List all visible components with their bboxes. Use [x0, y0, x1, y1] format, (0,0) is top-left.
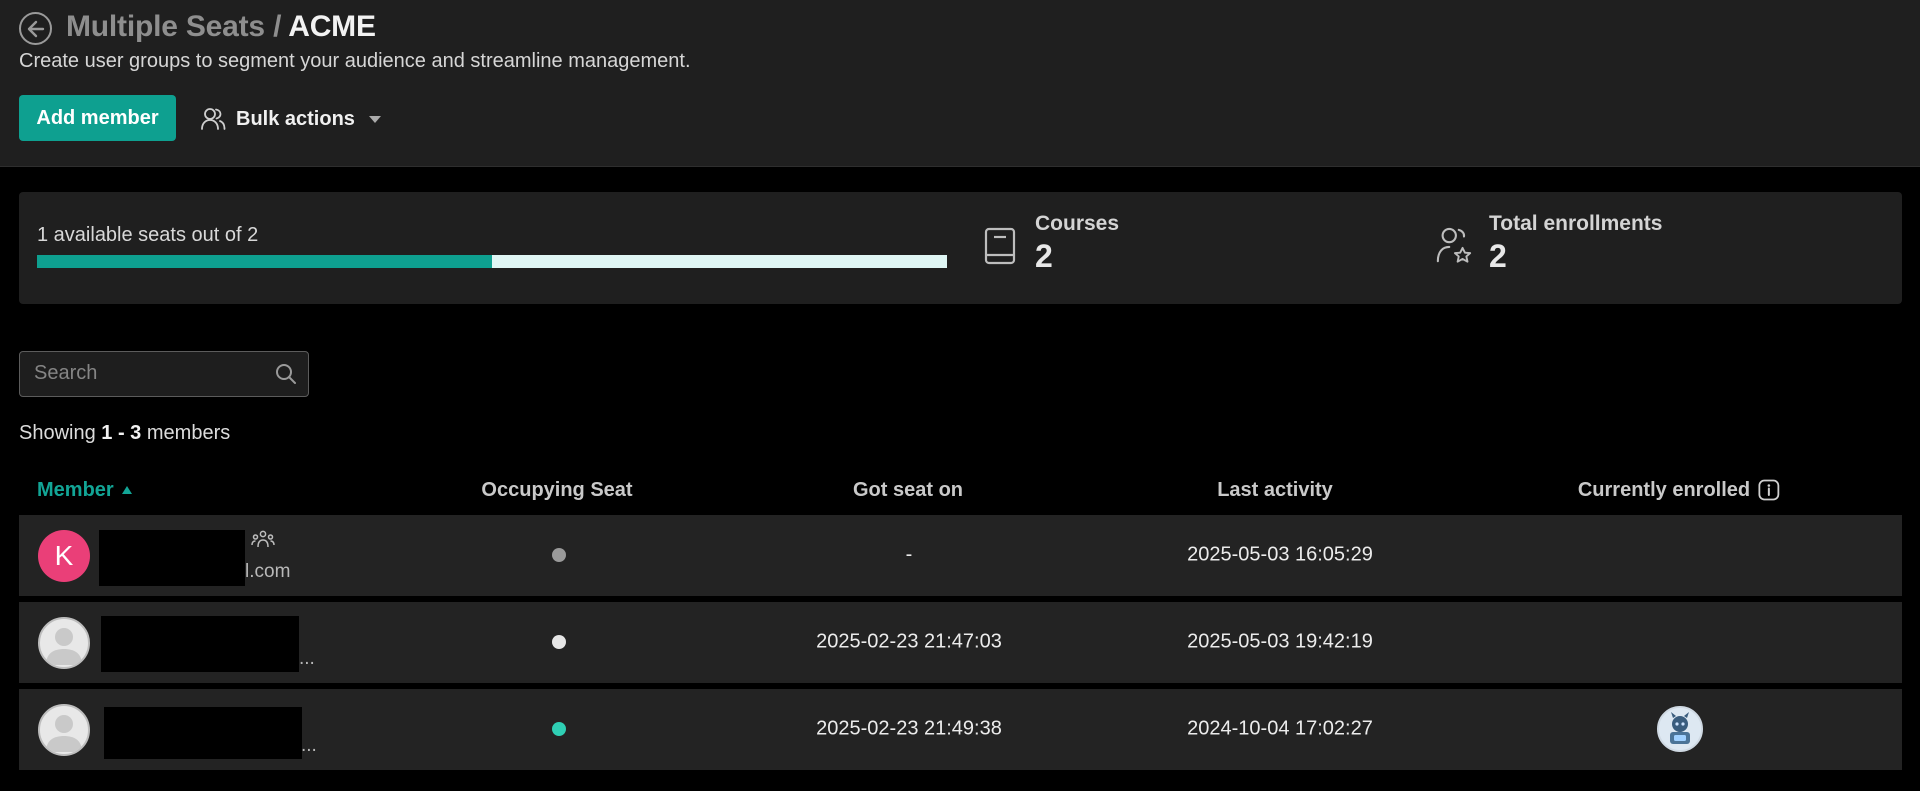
- default-user-icon: [46, 715, 82, 752]
- seats-progress-fill: [37, 255, 492, 268]
- bulk-actions-label: Bulk actions: [236, 107, 355, 130]
- breadcrumb-parent[interactable]: Multiple Seats: [66, 10, 265, 43]
- page-title: Multiple Seats / ACME: [66, 10, 376, 44]
- info-icon[interactable]: [1758, 479, 1780, 501]
- courses-label: Courses: [1035, 212, 1120, 235]
- back-button[interactable]: [19, 12, 52, 45]
- column-header-last-activity[interactable]: Last activity: [1217, 470, 1333, 510]
- group-icon: [251, 530, 275, 548]
- bulk-actions-dropdown[interactable]: Bulk actions: [200, 104, 381, 134]
- enrollments-stat: Total enrollments 2: [1435, 212, 1662, 275]
- breadcrumb-separator: /: [273, 10, 282, 43]
- column-header-member[interactable]: Member: [37, 470, 132, 510]
- add-member-button[interactable]: Add member: [19, 95, 176, 141]
- search-input[interactable]: [34, 352, 264, 395]
- seats-summary: 1 available seats out of 2: [37, 224, 259, 246]
- avatar: [38, 704, 90, 756]
- table-row[interactable]: K l.com - 2025-05-03 16:05:29: [19, 515, 1902, 596]
- robot-icon: [1659, 708, 1701, 750]
- breadcrumb-current: ACME: [288, 10, 376, 43]
- arrow-left-icon: [27, 20, 44, 37]
- default-user-icon: [46, 628, 82, 665]
- search-icon[interactable]: [274, 362, 298, 386]
- enrolled-course-avatar[interactable]: [1657, 706, 1703, 752]
- column-header-currently-enrolled[interactable]: Currently enrolled: [1578, 470, 1780, 510]
- seat-status-dot: [552, 635, 566, 649]
- enrollments-value: 2: [1489, 238, 1507, 274]
- page-header: Multiple Seats / ACME Create user groups…: [0, 0, 1920, 167]
- book-icon: [984, 227, 1016, 265]
- table-row[interactable]: ... 2025-02-23 21:49:38 2024-10-04 17:02…: [19, 689, 1902, 770]
- page-subtitle: Create user groups to segment your audie…: [19, 50, 691, 72]
- redacted-member-name: [101, 616, 299, 672]
- last-activity: 2025-05-03 16:05:29: [1187, 543, 1373, 566]
- column-header-occupying-seat[interactable]: Occupying Seat: [481, 470, 632, 510]
- seat-status-dot: [552, 722, 566, 736]
- results-count: Showing 1 - 3 members: [19, 422, 230, 445]
- user-star-icon: [1436, 227, 1472, 263]
- courses-value: 2: [1035, 238, 1053, 274]
- last-activity: 2024-10-04 17:02:27: [1187, 717, 1373, 740]
- courses-stat: Courses 2: [981, 212, 1119, 275]
- redacted-member-name: [104, 707, 302, 759]
- member-email: ...: [299, 648, 315, 669]
- sort-asc-icon: [121, 486, 132, 494]
- seat-stats-panel: 1 available seats out of 2 Courses 2 Tot…: [19, 192, 1902, 304]
- seat-status-dot: [552, 548, 566, 562]
- column-member-label: Member: [37, 478, 114, 501]
- member-email: ...: [301, 735, 317, 756]
- users-icon: [201, 108, 226, 130]
- chevron-down-icon: [368, 115, 381, 123]
- last-activity: 2025-05-03 19:42:19: [1187, 630, 1373, 653]
- got-seat-on: 2025-02-23 21:47:03: [816, 630, 1002, 653]
- results-prefix: Showing: [19, 422, 96, 444]
- results-range: 1 - 3: [101, 422, 142, 444]
- avatar: [38, 617, 90, 669]
- search-box: [19, 351, 309, 397]
- enrollments-label: Total enrollments: [1489, 212, 1663, 235]
- avatar: K: [38, 530, 90, 582]
- column-enrolled-label: Currently enrolled: [1577, 478, 1751, 501]
- seats-progress-bar: [37, 255, 947, 268]
- table-row[interactable]: ... 2025-02-23 21:47:03 2025-05-03 19:42…: [19, 602, 1902, 683]
- got-seat-on: -: [905, 543, 913, 566]
- table-header: Member Occupying Seat Got seat on Last a…: [19, 470, 1902, 510]
- got-seat-on: 2025-02-23 21:49:38: [816, 717, 1002, 740]
- member-email: l.com: [245, 561, 291, 582]
- results-suffix: members: [146, 422, 231, 444]
- column-header-got-seat-on[interactable]: Got seat on: [853, 470, 963, 510]
- redacted-member-name: [99, 530, 245, 586]
